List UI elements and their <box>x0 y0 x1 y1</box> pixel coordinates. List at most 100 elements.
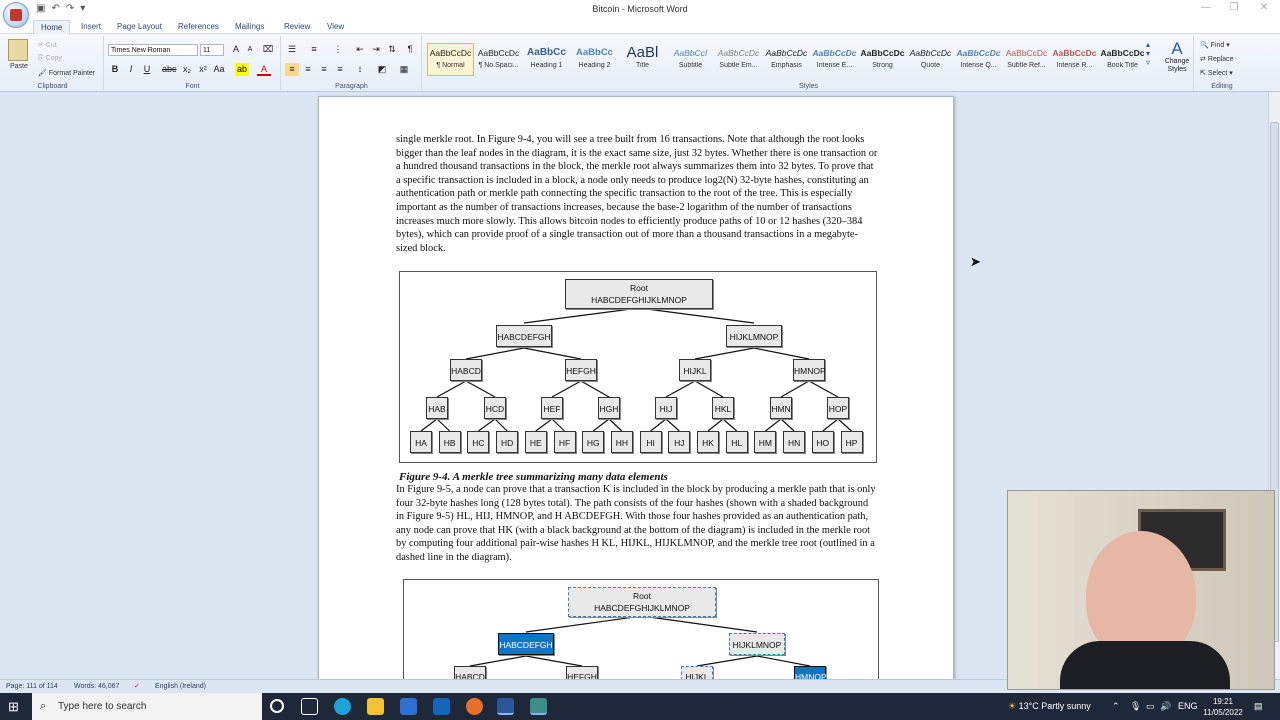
find-button[interactable]: 🔍 Find ▾ <box>1200 41 1230 49</box>
quick-access-toolbar: ▣ ↶ ↷ ▾ <box>36 3 85 16</box>
style-book-title[interactable]: AaBbCcDc Book Title <box>1099 43 1146 76</box>
style-intense-r[interactable]: AaBbCcDc Intense R... <box>1051 43 1098 76</box>
tray-chevron-icon[interactable]: ⌃ <box>1112 693 1120 720</box>
grow-font-icon[interactable]: A <box>229 43 243 56</box>
tree-edge <box>523 307 640 324</box>
style-title[interactable]: AaBl Title <box>619 43 666 76</box>
tab-mailings[interactable]: Mailings <box>228 20 271 34</box>
language-tray[interactable]: ENG <box>1178 693 1198 720</box>
volume-icon[interactable]: 🔊 <box>1160 693 1171 720</box>
redo-icon[interactable]: ↷ <box>66 3 74 16</box>
page-count[interactable]: Page: 111 of 114 <box>6 680 58 693</box>
merkle-node-level3: HEF <box>541 397 563 419</box>
file-explorer-icon[interactable] <box>367 698 384 715</box>
borders-icon[interactable]: ▦ <box>397 63 411 76</box>
align-center-icon[interactable]: ≡ <box>301 63 315 76</box>
tab-view[interactable]: View <box>320 20 351 34</box>
multilevel-list-icon[interactable]: ⋮ <box>331 43 345 56</box>
style-subtle-ref[interactable]: AaBbCcDc Subtle Ref... <box>1003 43 1050 76</box>
minimize-button[interactable]: — <box>1192 2 1220 16</box>
align-right-icon[interactable]: ≡ <box>317 63 331 76</box>
restore-button[interactable]: ❐ <box>1220 2 1248 16</box>
style-heading-2[interactable]: AaBbCc Heading 2 <box>571 43 618 76</box>
word-count[interactable]: Words: 46,067 <box>74 680 119 693</box>
task-view-icon[interactable] <box>301 698 318 715</box>
word-taskbar-icon[interactable] <box>497 698 514 715</box>
tab-home[interactable]: Home <box>33 20 71 34</box>
bold-button[interactable]: B <box>108 63 122 76</box>
numbering-icon[interactable]: ≡ <box>307 43 321 56</box>
windows-start-icon[interactable]: ⊞ <box>8 699 19 715</box>
increase-indent-icon[interactable]: ⇥ <box>369 43 383 56</box>
notifications-icon[interactable]: ▤ <box>1254 693 1263 720</box>
show-formatting-icon[interactable]: ¶ <box>403 43 417 56</box>
close-button[interactable]: ✕ <box>1250 2 1278 16</box>
merkle-node-level2: HEFGH <box>565 359 597 381</box>
taskbar-search[interactable]: ⌕ Type here to search <box>32 693 262 720</box>
proofing-icon[interactable]: ✓ <box>134 680 140 693</box>
replace-button[interactable]: ⇄ Replace <box>1200 55 1234 63</box>
strikethrough-button[interactable]: abc <box>162 63 177 76</box>
highlight-icon[interactable]: ab <box>235 63 249 76</box>
change-case-button[interactable]: Aa <box>212 63 226 76</box>
style-subtitle[interactable]: AaBbCcI Subtitle <box>667 43 714 76</box>
merkle-node-level2: HIJKL <box>679 359 711 381</box>
italic-button[interactable]: I <box>124 63 138 76</box>
bullets-icon[interactable]: ☰ <box>285 43 299 56</box>
font-name-box[interactable]: Times New Roman <box>108 44 198 56</box>
paragraph-2[interactable]: In Figure 9-5, a node can prove that a t… <box>396 483 878 565</box>
tab-insert[interactable]: Insert <box>74 20 108 34</box>
shrink-font-icon[interactable]: A <box>243 43 257 56</box>
style-intense-e[interactable]: AaBbCcDc Intense E... <box>811 43 858 76</box>
store-icon[interactable] <box>400 698 417 715</box>
format-painter-button[interactable]: 🖌 Format Painter <box>38 69 95 77</box>
paste-icon[interactable] <box>8 39 28 61</box>
tree-edge <box>494 418 508 432</box>
style-strong[interactable]: AaBbCcDc Strong <box>859 43 906 76</box>
weather-widget[interactable]: ☀ 13°C Partly sunny <box>1008 693 1091 720</box>
tab-references[interactable]: References <box>171 20 226 34</box>
style-emphasis[interactable]: AaBbCcDc Emphasis <box>763 43 810 76</box>
network-icon[interactable]: ▭ <box>1146 693 1155 720</box>
sort-icon[interactable]: ⇅ <box>385 43 399 56</box>
language-indicator[interactable]: English (Ireland) <box>155 680 206 693</box>
tab-review[interactable]: Review <box>277 20 317 34</box>
cortana-icon[interactable] <box>270 699 284 713</box>
paste-button[interactable]: Paste <box>10 63 28 70</box>
underline-button[interactable]: U <box>140 63 154 76</box>
decrease-indent-icon[interactable]: ⇤ <box>353 43 367 56</box>
superscript-button[interactable]: x² <box>196 63 210 76</box>
align-left-icon[interactable]: ≡ <box>285 63 299 76</box>
clear-formatting-icon[interactable]: ⌧ <box>261 43 275 56</box>
gallery-scroll-icon[interactable]: ▴ ▾ ▿ <box>1146 40 1150 67</box>
style-subtle-em[interactable]: AaBbCcDc Subtle Em... <box>715 43 762 76</box>
style-heading-1[interactable]: AaBbCc Heading 1 <box>523 43 570 76</box>
microphone-icon[interactable]: 🎙 <box>1130 693 1141 720</box>
font-size-box[interactable]: 11 <box>200 44 224 56</box>
font-color-icon[interactable]: A <box>257 63 271 76</box>
office-button[interactable] <box>3 2 29 28</box>
style-quote[interactable]: AaBbCcDc Quote <box>907 43 954 76</box>
shading-icon[interactable]: ◩ <box>375 63 389 76</box>
recording-app-icon[interactable] <box>530 698 547 715</box>
line-spacing-icon[interactable]: ↕ <box>353 63 367 76</box>
save-icon[interactable]: ▣ <box>36 3 45 16</box>
style-normal[interactable]: AaBbCcDc ¶ Normal <box>427 43 474 76</box>
style-no-spaci[interactable]: AaBbCcDc ¶ No Spaci... <box>475 43 522 76</box>
tab-page-layout[interactable]: Page Layout <box>110 20 169 34</box>
mail-icon[interactable] <box>433 698 450 715</box>
change-styles-button[interactable]: A Change Styles <box>1162 40 1192 74</box>
customize-qat-icon[interactable]: ▾ <box>80 3 85 16</box>
paragraph-1[interactable]: single merkle root. In Figure 9-4, you w… <box>396 133 878 255</box>
justify-icon[interactable]: ≡ <box>333 63 347 76</box>
document-page[interactable]: single merkle root. In Figure 9-4, you w… <box>318 96 954 679</box>
select-button[interactable]: ⇱ Select ▾ <box>1200 69 1233 77</box>
editing-group: 🔍 Find ▾ ⇄ Replace ⇱ Select ▾ Editing <box>1196 36 1248 90</box>
style-intense-q[interactable]: AaBbCcDc Intense Q... <box>955 43 1002 76</box>
style-name: Title <box>636 62 649 69</box>
subscript-button[interactable]: x₂ <box>180 63 194 76</box>
firefox-icon[interactable] <box>466 698 483 715</box>
edge-icon[interactable] <box>334 698 351 715</box>
clock[interactable]: 19:21 11/05/2022 <box>1200 693 1246 720</box>
undo-icon[interactable]: ↶ <box>51 3 59 16</box>
